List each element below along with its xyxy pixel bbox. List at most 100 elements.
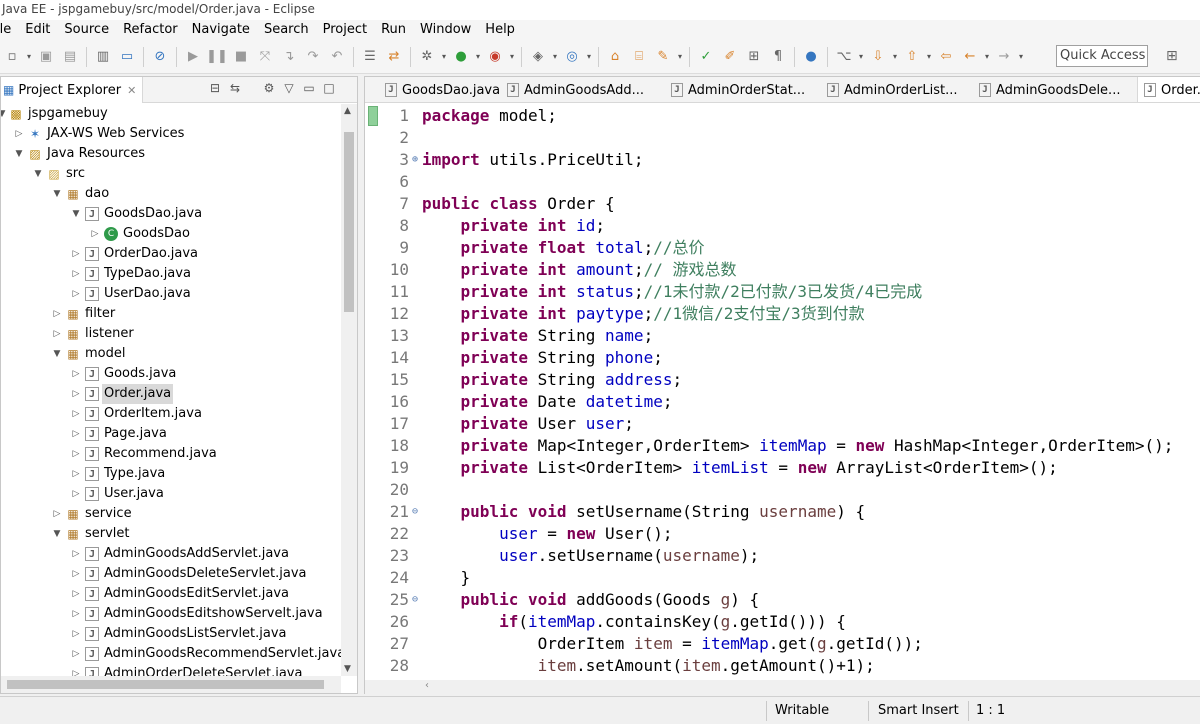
menu-refactor[interactable]: Refactor xyxy=(117,20,186,40)
expanded-arrow-icon[interactable]: ▼ xyxy=(52,344,62,364)
collapsed-arrow-icon[interactable]: ▷ xyxy=(71,624,81,644)
link-with-editor-icon[interactable]: ⇆ xyxy=(225,81,245,95)
scroll-left-icon[interactable]: ‹ xyxy=(425,680,429,691)
previous-annotation-icon[interactable]: ⇧ xyxy=(901,46,923,68)
maximize-icon[interactable]: □ xyxy=(319,81,339,95)
previous-annotation-dropdown-icon[interactable]: ▾ xyxy=(924,52,934,61)
expanded-arrow-icon[interactable]: ▼ xyxy=(14,144,24,164)
code-area[interactable]: 1 package model; 2 3 ⊕ import utils.PriceUtil… xyxy=(365,104,1200,680)
open-console-icon[interactable]: ▥ xyxy=(92,46,114,68)
fold-collapse-icon[interactable]: ⊖ xyxy=(409,501,421,523)
menu-file[interactable]: ile xyxy=(0,20,19,40)
scroll-down-icon[interactable]: ▼ xyxy=(344,664,351,674)
menu-project[interactable]: Project xyxy=(317,20,375,40)
terminate-icon[interactable]: ■ xyxy=(230,46,252,68)
collapsed-arrow-icon[interactable]: ▷ xyxy=(52,324,62,344)
open-task-icon[interactable]: ⌸ xyxy=(628,46,650,68)
run-external-icon[interactable]: ◉ xyxy=(484,46,506,68)
globe-icon[interactable]: ● xyxy=(800,46,822,68)
collapsed-arrow-icon[interactable]: ▷ xyxy=(71,604,81,624)
back-icon[interactable]: ← xyxy=(959,46,981,68)
new-class-dropdown-icon[interactable]: ▾ xyxy=(584,52,594,61)
step-return-icon[interactable]: ↶ xyxy=(326,46,348,68)
expanded-arrow-icon[interactable]: ▼ xyxy=(33,164,43,184)
collapsed-arrow-icon[interactable]: ▷ xyxy=(71,544,81,564)
quick-access-input[interactable]: Quick Access xyxy=(1056,45,1148,67)
close-icon[interactable]: ✕ xyxy=(127,84,136,97)
collapsed-arrow-icon[interactable]: ▷ xyxy=(90,224,100,244)
editor-tab[interactable]: J AdminOrderStat... xyxy=(665,77,805,102)
editor-tab[interactable]: J AdminGoodsAdd... xyxy=(501,77,644,102)
forward-dropdown-icon[interactable]: ▾ xyxy=(1016,52,1026,61)
annotation-dropdown-icon[interactable]: ▾ xyxy=(856,52,866,61)
editor-tab[interactable]: J GoodsDao.java xyxy=(379,77,500,102)
show-whitespace-icon[interactable]: ¶ xyxy=(767,46,789,68)
new-dropdown-icon[interactable]: ▾ xyxy=(24,52,34,61)
publish-icon[interactable]: ⇄ xyxy=(383,46,405,68)
new-icon[interactable]: ▫ xyxy=(1,46,23,68)
explorer-vertical-scrollbar[interactable]: ▲ ▼ xyxy=(341,104,357,676)
menu-search[interactable]: Search xyxy=(258,20,317,40)
collapsed-arrow-icon[interactable]: ▷ xyxy=(52,504,62,524)
editor-tab[interactable]: J AdminOrderList... xyxy=(821,77,958,102)
collapsed-arrow-icon[interactable]: ▷ xyxy=(71,284,81,304)
disconnect-icon[interactable]: ⤧ xyxy=(254,46,276,68)
open-perspective-icon[interactable]: ⊞ xyxy=(1166,48,1178,64)
expanded-arrow-icon[interactable]: ▼ xyxy=(52,524,62,544)
debug-dropdown-icon[interactable]: ▾ xyxy=(439,52,449,61)
explorer-scroll-thumb[interactable] xyxy=(344,132,354,312)
collapsed-arrow-icon[interactable]: ▷ xyxy=(71,264,81,284)
skip-breakpoints-icon[interactable]: ⊘ xyxy=(149,46,171,68)
menu-edit[interactable]: Edit xyxy=(19,20,58,40)
expanded-arrow-icon[interactable]: ▼ xyxy=(71,204,81,224)
filter-icon[interactable]: ⚙ xyxy=(259,81,279,95)
collapsed-arrow-icon[interactable]: ▷ xyxy=(71,564,81,584)
run-icon[interactable]: ● xyxy=(450,46,472,68)
expanded-arrow-icon[interactable]: ▼ xyxy=(52,184,62,204)
next-annotation-dropdown-icon[interactable]: ▾ xyxy=(890,52,900,61)
new-java-project-dropdown-icon[interactable]: ▾ xyxy=(550,52,560,61)
collapsed-arrow-icon[interactable]: ▷ xyxy=(71,644,81,664)
new-java-project-icon[interactable]: ◈ xyxy=(527,46,549,68)
search-icon[interactable]: ✎ xyxy=(652,46,674,68)
menu-window[interactable]: Window xyxy=(414,20,479,40)
view-menu-icon[interactable]: ▽ xyxy=(279,81,299,95)
explorer-horizontal-scrollbar[interactable] xyxy=(1,676,341,693)
resume-icon[interactable]: ▶ xyxy=(182,46,204,68)
step-over-icon[interactable]: ↷ xyxy=(302,46,324,68)
toggle-word-wrap-icon[interactable]: ✐ xyxy=(719,46,741,68)
collapsed-arrow-icon[interactable]: ▷ xyxy=(71,404,81,424)
collapsed-arrow-icon[interactable]: ▷ xyxy=(71,484,81,504)
save-all-icon[interactable]: ▤ xyxy=(59,46,81,68)
fold-collapse-icon[interactable]: ⊖ xyxy=(409,589,421,611)
collapsed-arrow-icon[interactable]: ▷ xyxy=(71,384,81,404)
collapsed-arrow-icon[interactable]: ▷ xyxy=(71,584,81,604)
collapsed-arrow-icon[interactable]: ▷ xyxy=(71,464,81,484)
minimize-icon[interactable]: ▭ xyxy=(299,81,319,95)
open-type-icon[interactable]: ⌂ xyxy=(604,46,626,68)
menu-source[interactable]: Source xyxy=(58,20,117,40)
collapse-all-icon[interactable]: ⊟ xyxy=(205,81,225,95)
collapsed-arrow-icon[interactable]: ▷ xyxy=(71,444,81,464)
next-annotation-icon[interactable]: ⇩ xyxy=(867,46,889,68)
menu-help[interactable]: Help xyxy=(479,20,523,40)
save-icon[interactable]: ▣ xyxy=(35,46,57,68)
project-explorer-tab[interactable]: ▦ Project Explorer ✕ xyxy=(1,77,144,103)
editor-tab[interactable]: J Order.j xyxy=(1137,77,1200,102)
collapsed-arrow-icon[interactable]: ▷ xyxy=(71,244,81,264)
search-dropdown-icon[interactable]: ▾ xyxy=(675,52,685,61)
debug-icon[interactable]: ✲ xyxy=(416,46,438,68)
suspend-icon[interactable]: ❚❚ xyxy=(206,46,228,68)
menu-navigate[interactable]: Navigate xyxy=(186,20,258,40)
server-icon[interactable]: ☰ xyxy=(359,46,381,68)
run-dropdown-icon[interactable]: ▾ xyxy=(473,52,483,61)
collapsed-arrow-icon[interactable]: ▷ xyxy=(71,664,81,676)
toggle-block-selection-icon[interactable]: ⊞ xyxy=(743,46,765,68)
collapsed-arrow-icon[interactable]: ▷ xyxy=(71,424,81,444)
annotation-icon[interactable]: ⌥ xyxy=(833,46,855,68)
terminal-icon[interactable]: ▭ xyxy=(116,46,138,68)
new-class-icon[interactable]: ◎ xyxy=(561,46,583,68)
menu-run[interactable]: Run xyxy=(375,20,414,40)
forward-icon[interactable]: → xyxy=(993,46,1015,68)
toggle-mark-occurrences-icon[interactable]: ✓ xyxy=(695,46,717,68)
